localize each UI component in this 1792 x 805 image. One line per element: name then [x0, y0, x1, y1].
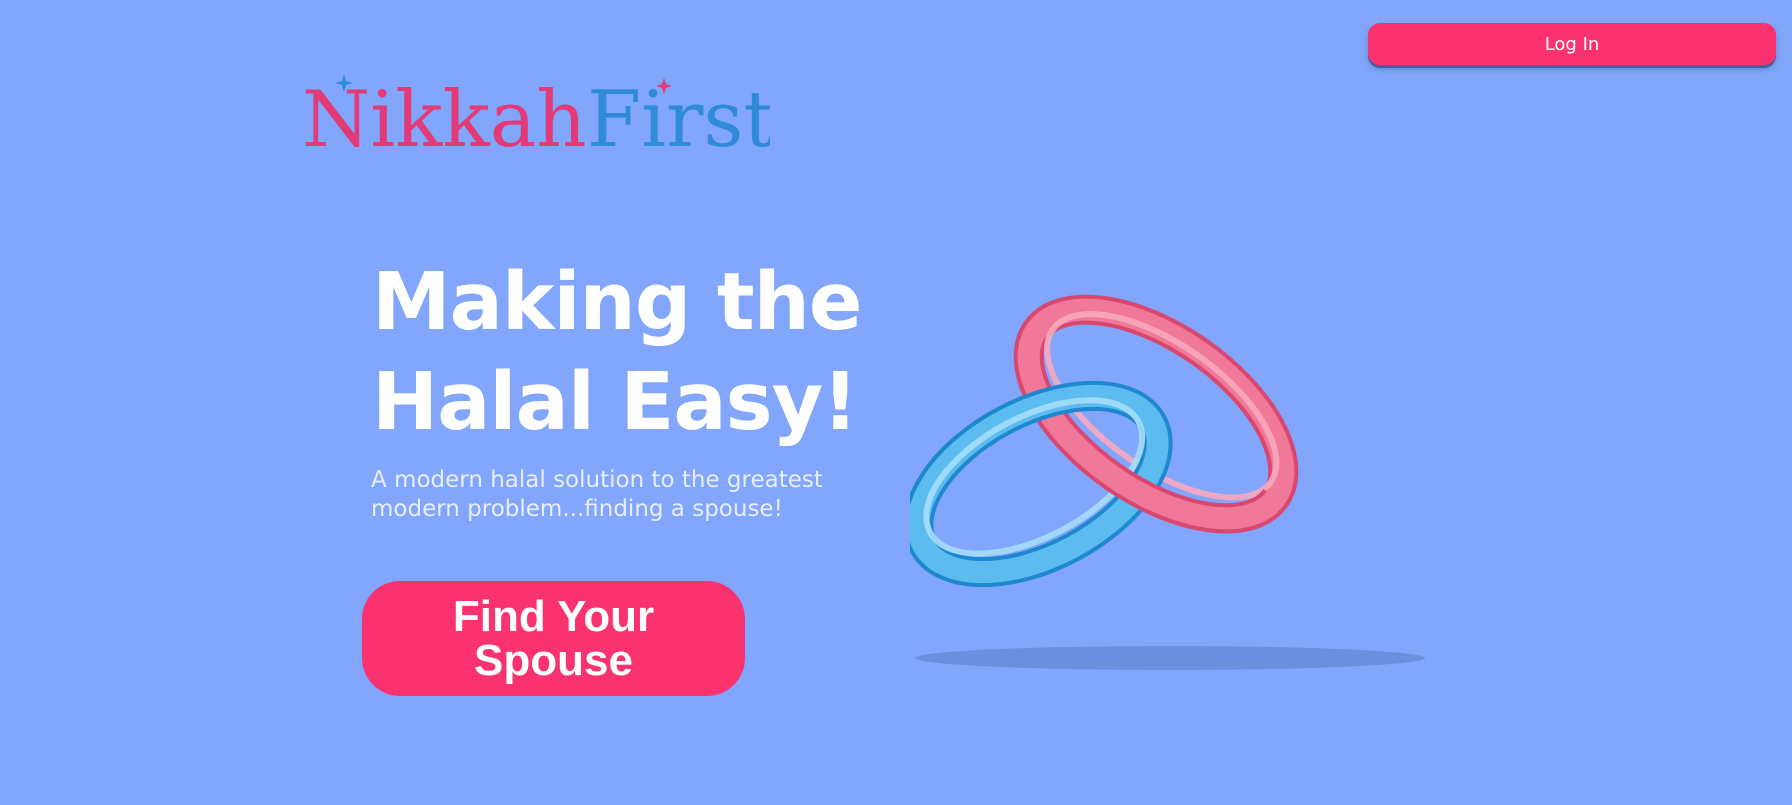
- headline-line-1: Making the: [372, 256, 862, 348]
- login-button[interactable]: Log In: [1368, 23, 1776, 65]
- site-logo[interactable]: Nikkah First: [300, 62, 770, 162]
- headline-line-2: Halal Easy!: [372, 356, 858, 448]
- rings-shadow: [915, 646, 1425, 670]
- pink-ring-front: [1103, 463, 1288, 534]
- hero-headline: Making the Halal Easy!: [372, 252, 932, 452]
- hero-subtitle: A modern halal solution to the greatest …: [371, 467, 823, 522]
- find-spouse-button[interactable]: Find Your Spouse: [362, 581, 745, 696]
- wedding-rings-icon: [910, 294, 1425, 670]
- cta-line-1: Find Your: [452, 591, 655, 641]
- logo-word-first: First: [587, 75, 770, 162]
- cta-line-2: Spouse: [474, 635, 633, 685]
